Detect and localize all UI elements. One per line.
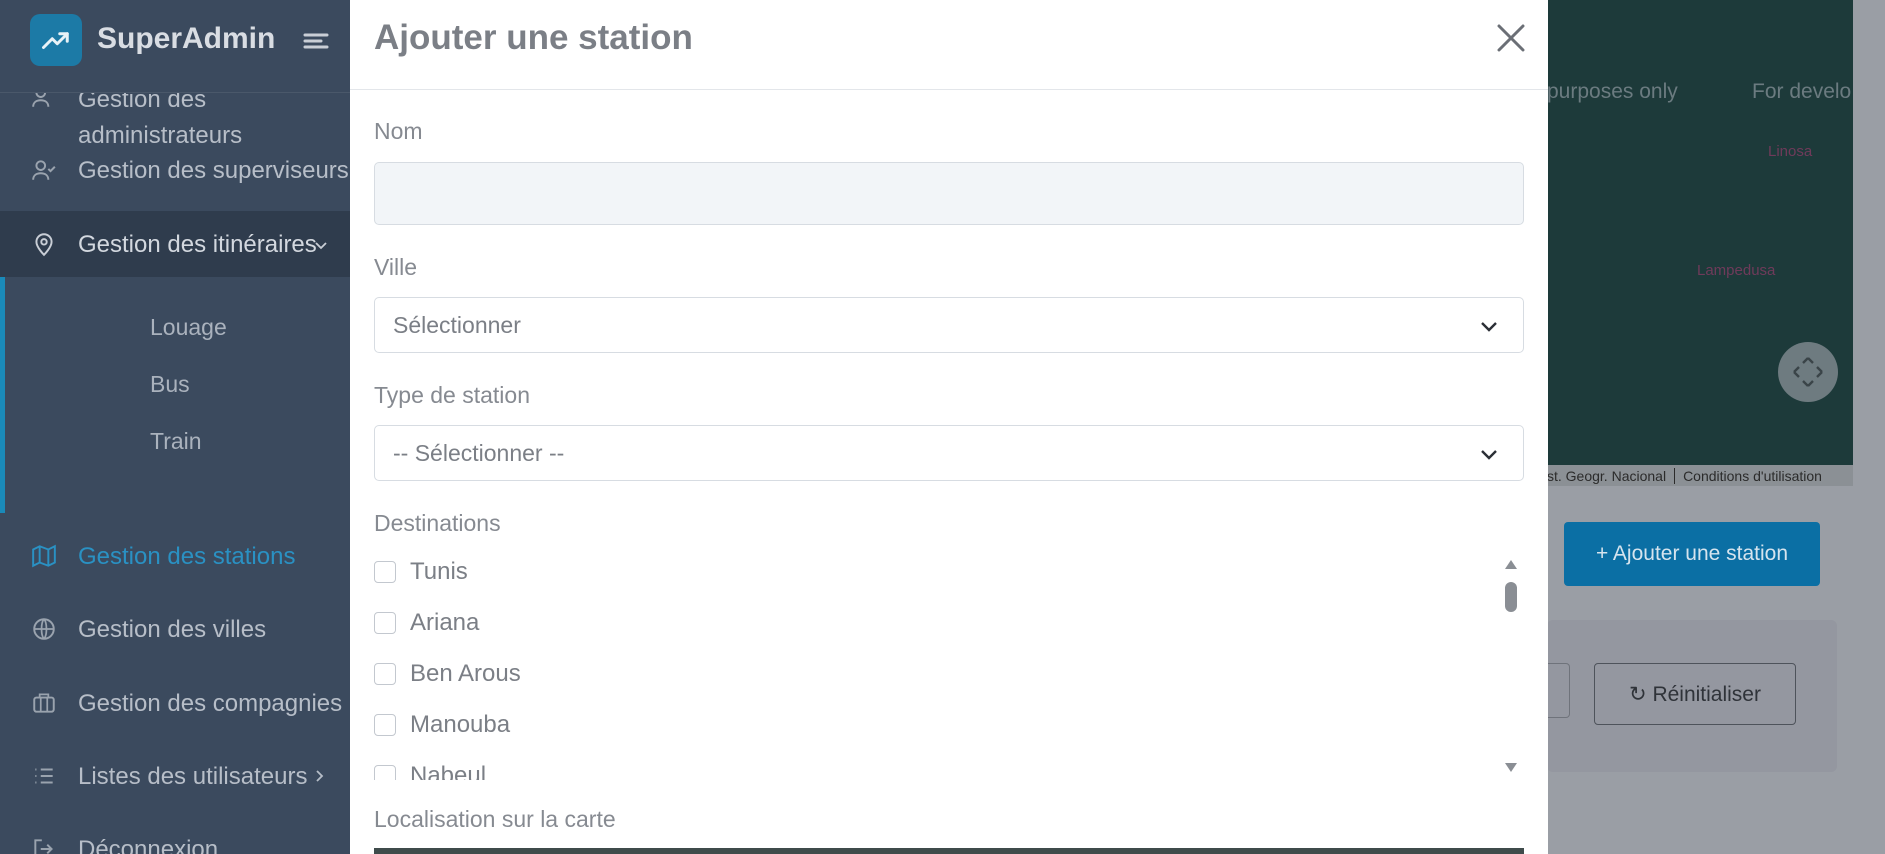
map-location-label: Localisation sur la carte xyxy=(374,806,616,832)
sidebar-item-label: Gestion des superviseurs xyxy=(78,157,349,184)
user-check-icon xyxy=(32,160,56,180)
scroll-up-arrow-icon[interactable] xyxy=(1505,560,1517,569)
menu-toggle-icon[interactable] xyxy=(303,30,329,52)
logout-icon xyxy=(34,839,53,854)
destination-checkbox[interactable] xyxy=(374,714,396,736)
close-icon[interactable] xyxy=(1495,22,1527,54)
move-arrows-icon xyxy=(1793,357,1823,387)
scroll-thumb[interactable] xyxy=(1505,582,1517,612)
trending-up-icon xyxy=(42,32,69,49)
destination-label: Ben Arous xyxy=(410,660,521,687)
city-select[interactable]: Sélectionner xyxy=(374,297,1524,353)
map-terms-link[interactable]: Conditions d'utilisation xyxy=(1683,468,1822,484)
destination-checkbox[interactable] xyxy=(374,765,396,780)
destination-option-ben-arous[interactable]: Ben Arous xyxy=(374,657,521,691)
destination-label: Tunis xyxy=(410,558,468,585)
destination-option-nabeul[interactable]: Nabeul xyxy=(374,759,486,780)
map-pin-icon xyxy=(35,233,53,257)
map-attribution-text: st. Geogr. Nacional xyxy=(1547,467,1667,484)
chevron-down-icon xyxy=(1481,450,1497,460)
map-city-label: Linosa xyxy=(1768,143,1813,160)
sidebar-subitem-bus[interactable]: Bus xyxy=(150,371,190,398)
modal-title: Ajouter une station xyxy=(374,18,693,57)
sidebar-item-label: Gestion des itinéraires xyxy=(78,231,317,258)
sidebar-subitem-louage[interactable]: Louage xyxy=(150,314,227,341)
name-input[interactable] xyxy=(374,162,1524,225)
sidebar-item-label: Gestion des villes xyxy=(78,616,267,643)
city-label: Ville xyxy=(374,254,418,280)
add-station-modal: Ajouter une station Nom Ville Sélectionn… xyxy=(350,0,1548,854)
destination-option-manouba[interactable]: Manouba xyxy=(374,708,510,742)
list-icon xyxy=(35,768,53,784)
filter-input[interactable] xyxy=(1547,663,1570,718)
destination-checkbox[interactable] xyxy=(374,561,396,583)
modal-header: Ajouter une station xyxy=(350,0,1548,90)
map-pan-control[interactable] xyxy=(1778,342,1838,402)
destination-label: Manouba xyxy=(410,711,511,738)
destinations-scrollbar[interactable] xyxy=(1502,556,1520,776)
sidebar-item-label: Listes des utilisateurs xyxy=(78,763,308,790)
map-icon xyxy=(32,544,56,568)
destination-option-ariana[interactable]: Ariana xyxy=(374,606,479,640)
location-map[interactable] xyxy=(374,848,1524,854)
chevron-right-icon xyxy=(316,770,324,782)
name-label: Nom xyxy=(374,118,423,144)
map-attribution: st. Geogr. Nacional Conditions d'utilisa… xyxy=(1547,465,1853,486)
page-gutter xyxy=(1853,0,1885,854)
destination-checkbox[interactable] xyxy=(374,663,396,685)
brand-header: SuperAdmin xyxy=(0,0,350,93)
sidebar: Gestion des administrateurs Gestion des … xyxy=(0,0,350,854)
destinations-label: Destinations xyxy=(374,510,501,536)
sidebar-item-label: Gestion des stations xyxy=(78,543,296,570)
destination-label: Ariana xyxy=(410,609,480,636)
city-select-value: Sélectionner xyxy=(393,312,521,338)
destination-label: Nabeul xyxy=(410,762,487,780)
chevron-down-icon xyxy=(1481,322,1497,332)
station-type-label: Type de station xyxy=(374,382,530,408)
scroll-down-arrow-icon[interactable] xyxy=(1505,763,1517,772)
add-station-button[interactable]: + Ajouter une station xyxy=(1564,522,1820,586)
globe-icon xyxy=(33,618,55,640)
sidebar-subitem-train[interactable]: Train xyxy=(150,428,202,455)
map-view[interactable] xyxy=(1547,0,1853,486)
brand-name: SuperAdmin xyxy=(97,22,276,55)
map-watermark-text: For develo xyxy=(1752,80,1852,103)
sidebar-item-label: Gestion des compagnies xyxy=(78,690,343,717)
map-city-label: Lampedusa xyxy=(1697,262,1776,279)
station-type-select-value: -- Sélectionner -- xyxy=(393,440,565,466)
station-type-select[interactable]: -- Sélectionner -- xyxy=(374,425,1524,481)
sidebar-item-label: Déconnexion xyxy=(78,836,219,854)
chevron-down-icon xyxy=(315,242,327,250)
destination-option-tunis[interactable]: Tunis xyxy=(374,555,468,589)
briefcase-icon xyxy=(33,693,55,713)
map-watermark-text: purposes only xyxy=(1547,80,1678,103)
destination-checkbox[interactable] xyxy=(374,612,396,634)
brand-logo xyxy=(30,14,82,66)
destinations-list[interactable]: Tunis Ariana Ben Arous Manouba Nabeul xyxy=(374,550,1524,780)
reset-button[interactable]: ↻ Réinitialiser xyxy=(1594,663,1796,725)
